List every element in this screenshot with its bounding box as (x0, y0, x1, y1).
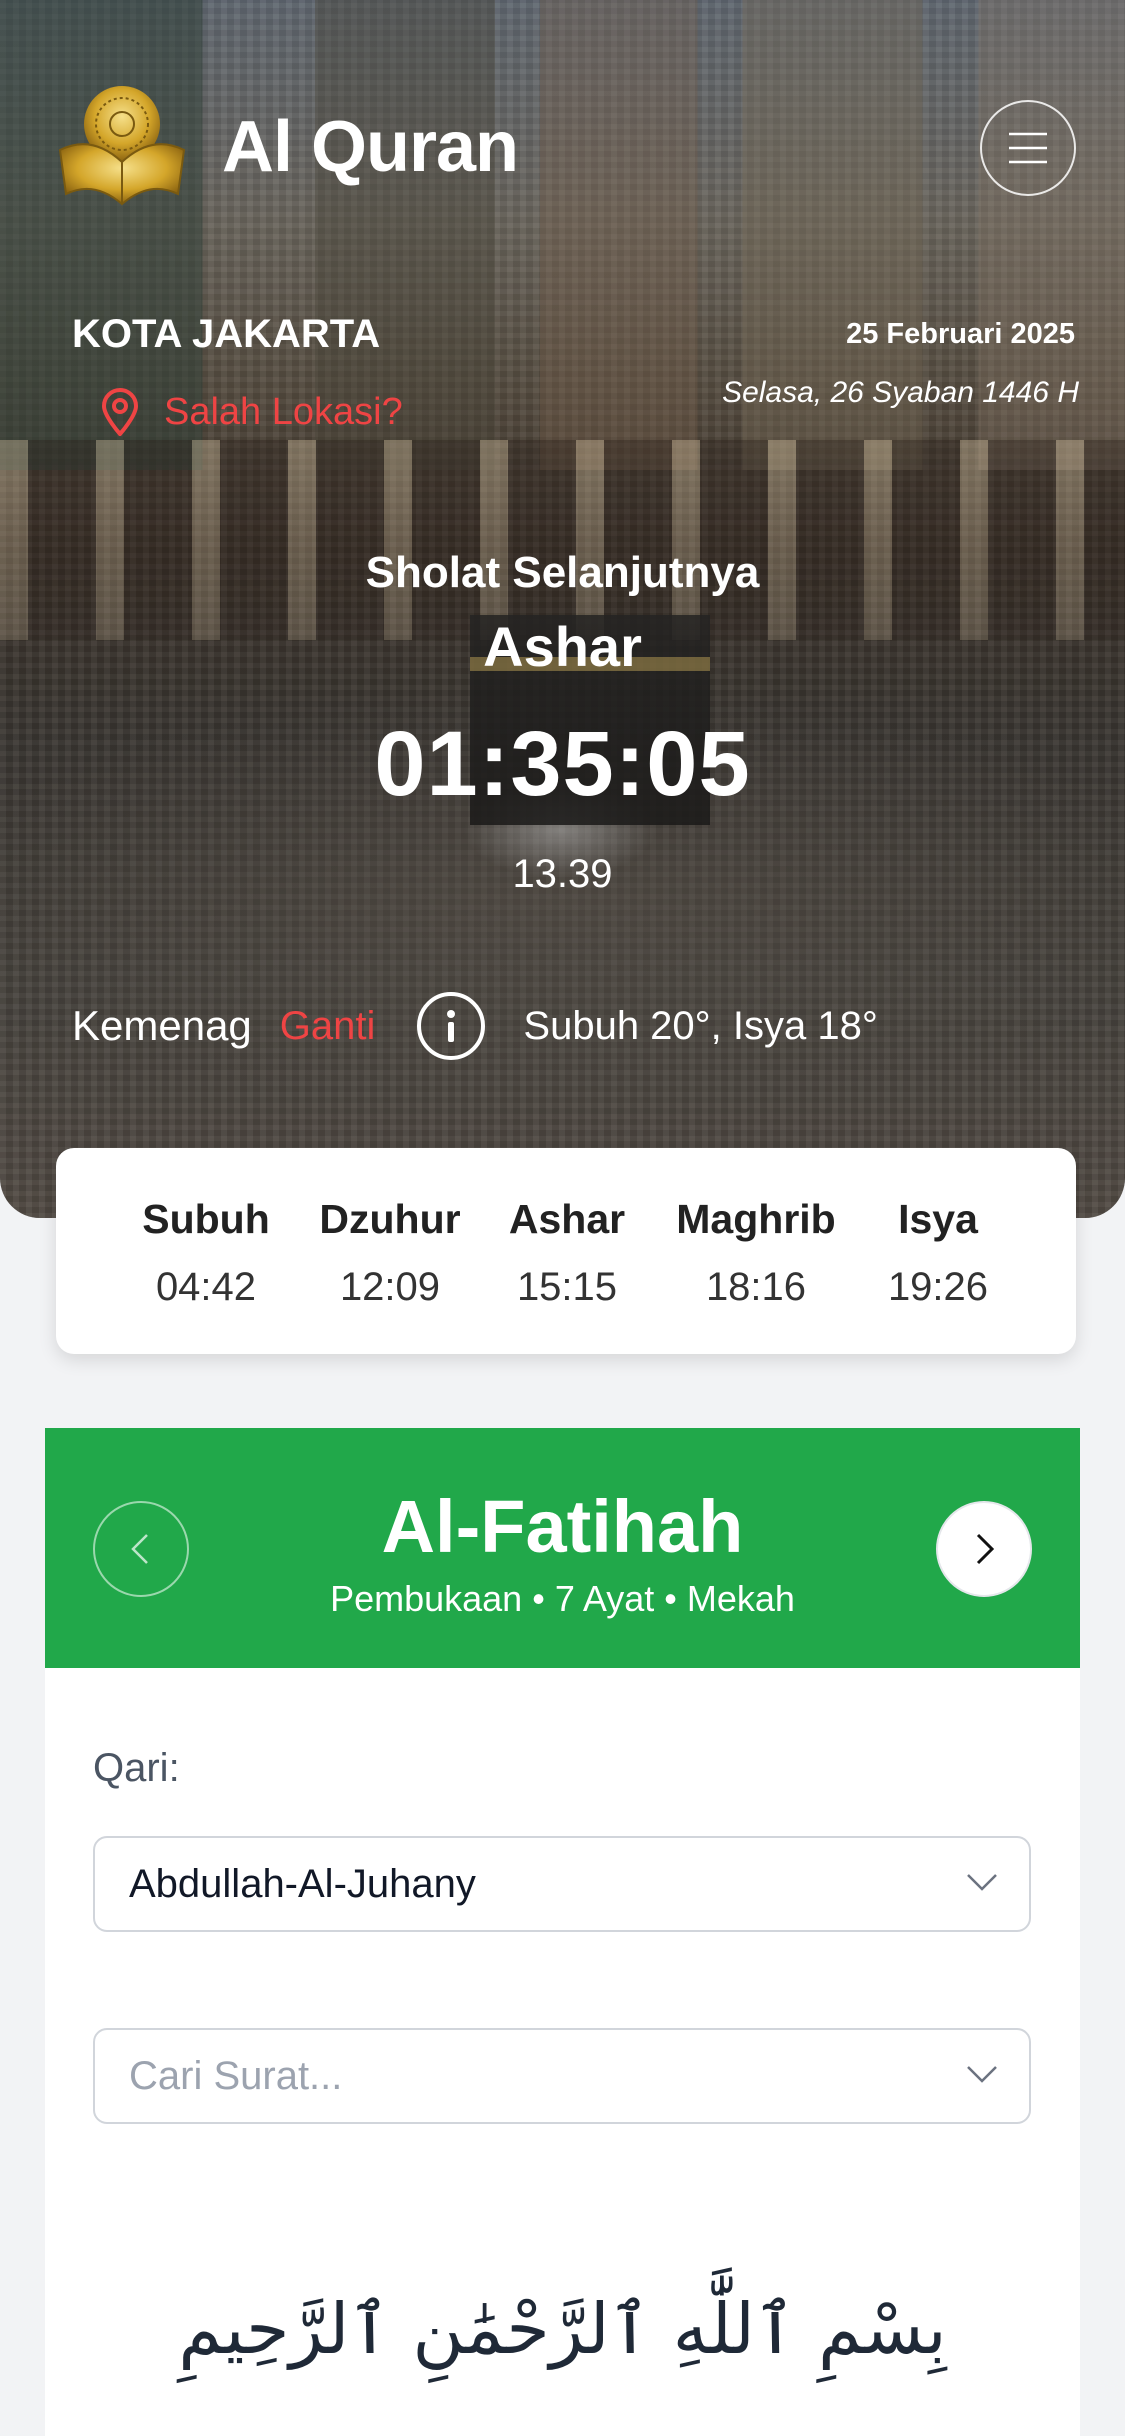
menu-button[interactable] (980, 100, 1076, 196)
city-name: KOTA JAKARTA (72, 312, 381, 356)
prayer-name: Maghrib (676, 1196, 836, 1242)
next-prayer-time: 13.39 (512, 852, 613, 896)
calculation-method-row: Kemenag Ganti Subuh 20°, Isya 18° (72, 990, 878, 1062)
basmala-text: بِسْمِ ٱللَّٰهِ ٱلرَّحْمَٰنِ ٱلرَّحِيمِ (178, 2288, 947, 2370)
next-surah-button[interactable] (936, 1501, 1032, 1597)
chevron-down-icon (967, 1874, 997, 1891)
method-name: Kemenag (72, 1002, 252, 1049)
info-icon (447, 1010, 456, 1042)
prayer-name: Ashar (508, 1196, 626, 1242)
chevron-down-icon (967, 2066, 997, 2083)
prayer-time: 04:42 (155, 1265, 257, 1309)
app-title: Al Quran (222, 107, 519, 187)
prayer-name: Dzuhur (319, 1196, 461, 1242)
qari-select[interactable]: Abdullah-Al-Juhany (93, 1836, 1031, 1932)
hero-content: Al Quran KOTA JAKARTA Salah Lokasi? 25 F… (0, 0, 1125, 1218)
prayer-times-card: Subuh 04:42 Dzuhur 12:09 Ashar 15:15 Mag… (56, 1148, 1076, 1354)
surah-search-placeholder: Cari Surat... (129, 2053, 343, 2098)
hamburger-menu-icon (1009, 132, 1047, 164)
prayer-time-maghrib: Maghrib 18:16 (666, 1196, 846, 1310)
qari-label: Qari: (93, 1746, 180, 1790)
surah-search-select[interactable]: Cari Surat... (93, 2028, 1031, 2124)
prayer-time-isya: Isya 19:26 (848, 1196, 1028, 1310)
wrong-location-link[interactable]: Salah Lokasi? (100, 388, 403, 436)
prayer-time: 15:15 (516, 1265, 618, 1309)
qari-selected-value: Abdullah-Al-Juhany (129, 1861, 476, 1906)
change-method-link[interactable]: Ganti (280, 1004, 376, 1049)
location-pin-icon (101, 388, 139, 436)
wrong-location-label: Salah Lokasi? (164, 390, 403, 433)
prayer-name: Subuh (142, 1196, 270, 1242)
surah-meta: Pembukaan • 7 Ayat • Mekah (330, 1578, 795, 1619)
surah-name: Al-Fatihah (381, 1485, 744, 1568)
quran-book-icon (58, 86, 186, 206)
prayer-name: Isya (898, 1196, 978, 1242)
prayer-time-ashar: Ashar 15:15 (477, 1196, 657, 1310)
next-prayer-name: Ashar (483, 615, 642, 678)
surah-header: Al-Fatihah Pembukaan • 7 Ayat • Mekah (45, 1428, 1080, 1668)
prayer-time-subuh: Subuh 04:42 (116, 1196, 296, 1310)
surah-card: Al-Fatihah Pembukaan • 7 Ayat • Mekah Qa… (45, 1428, 1080, 2436)
prayer-time: 18:16 (705, 1265, 807, 1309)
next-prayer-countdown: 01:35:05 (374, 713, 751, 815)
method-angles: Subuh 20°, Isya 18° (523, 1003, 878, 1048)
prayer-time: 12:09 (339, 1265, 441, 1309)
prayer-time: 19:26 (887, 1265, 989, 1309)
gregorian-date: 25 Februari 2025 (846, 318, 1075, 350)
prayer-time-dzuhur: Dzuhur 12:09 (300, 1196, 480, 1310)
chevron-right-icon (976, 1533, 995, 1565)
info-button[interactable] (417, 992, 486, 1060)
next-prayer-label: Sholat Selanjutnya (365, 548, 760, 597)
hijri-date: Selasa, 26 Syaban 1446 H (722, 376, 1079, 409)
brand (52, 72, 192, 212)
